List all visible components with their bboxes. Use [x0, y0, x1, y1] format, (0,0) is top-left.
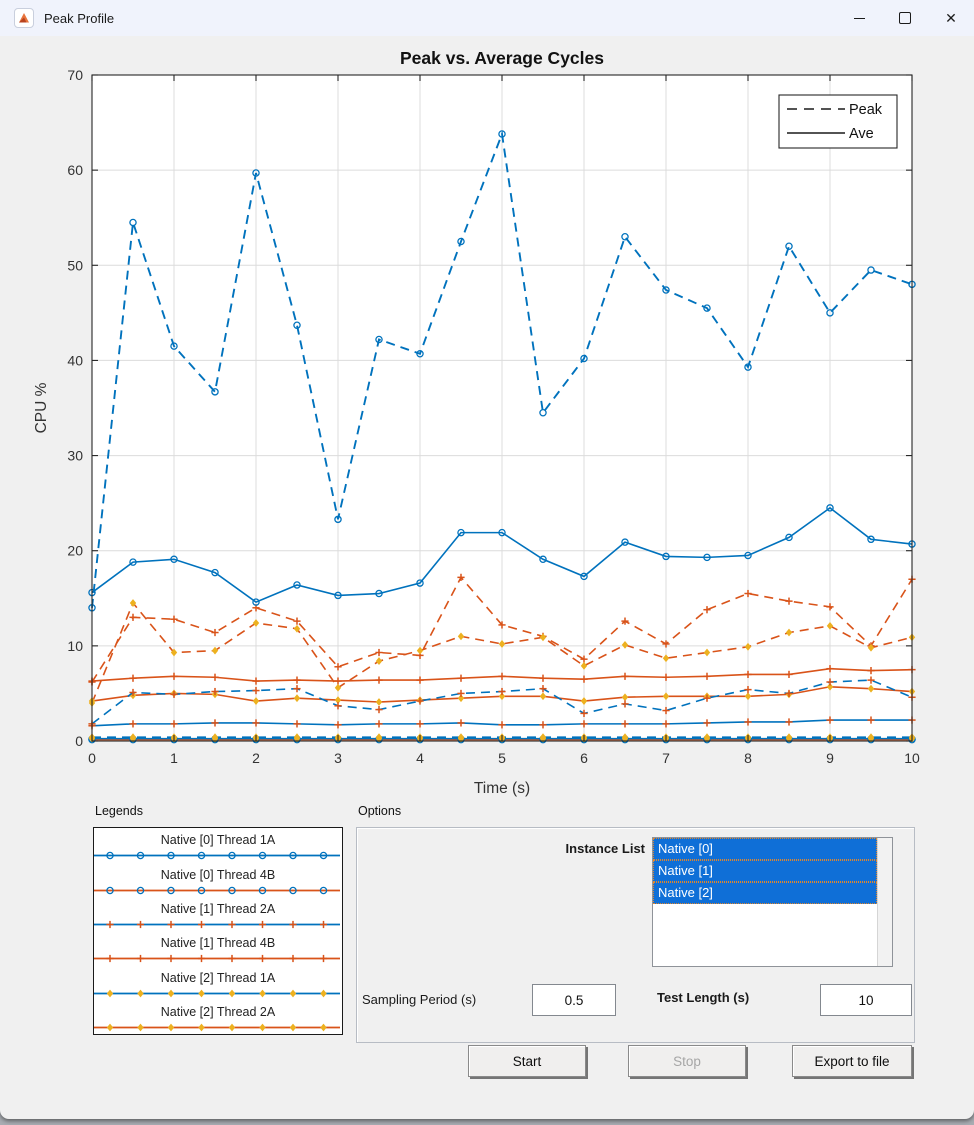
test-length-input[interactable] — [820, 984, 912, 1016]
sampling-period-input[interactable] — [532, 984, 616, 1016]
test-length-label: Test Length (s) — [657, 990, 749, 1005]
instance-list-item[interactable]: Native [1] — [653, 860, 877, 882]
stop-button[interactable]: Stop — [628, 1045, 746, 1077]
legend-row: Native [1] Thread 2A — [94, 897, 342, 931]
title-bar: Peak Profile ✕ — [0, 0, 974, 36]
legend-row-line-sample — [94, 918, 342, 931]
legend-row: Native [1] Thread 4B — [94, 931, 342, 965]
matlab-app-icon — [14, 8, 34, 28]
legend-row: Native [2] Thread 2A — [94, 1000, 342, 1034]
close-button[interactable]: ✕ — [928, 0, 974, 36]
svg-text:10: 10 — [67, 638, 83, 654]
svg-text:7: 7 — [662, 750, 670, 766]
svg-text:10: 10 — [904, 750, 920, 766]
svg-text:1: 1 — [170, 750, 178, 766]
svg-text:4: 4 — [416, 750, 424, 766]
svg-text:Ave: Ave — [849, 126, 874, 142]
legend-row-line-sample — [94, 884, 342, 897]
legend-row: Native [0] Thread 4B — [94, 862, 342, 896]
svg-text:70: 70 — [67, 67, 83, 83]
legend-row-line-sample — [94, 1021, 342, 1034]
svg-text:50: 50 — [67, 257, 83, 273]
svg-text:60: 60 — [67, 162, 83, 178]
minimize-icon — [854, 18, 865, 19]
sampling-period-label: Sampling Period (s) — [362, 992, 476, 1007]
instance-list-label: Instance List — [495, 841, 645, 856]
maximize-icon — [899, 12, 911, 24]
svg-text:3: 3 — [334, 750, 342, 766]
minimize-button[interactable] — [836, 0, 882, 36]
legends-heading: Legends — [95, 804, 143, 818]
svg-text:0: 0 — [88, 750, 96, 766]
svg-text:40: 40 — [67, 352, 83, 368]
instance-list-item[interactable]: Native [0] — [653, 838, 877, 860]
options-heading: Options — [358, 804, 401, 818]
svg-text:8: 8 — [744, 750, 752, 766]
instance-list-items: Native [0]Native [1]Native [2] — [653, 838, 877, 966]
maximize-button[interactable] — [882, 0, 928, 36]
svg-text:0: 0 — [75, 733, 83, 749]
legend-row: Native [0] Thread 1A — [94, 828, 342, 862]
legend-row-label: Native [0] Thread 1A — [94, 832, 342, 849]
svg-text:9: 9 — [826, 750, 834, 766]
export-to-file-button[interactable]: Export to file — [792, 1045, 912, 1077]
legends-panel: Native [0] Thread 1A Native [0] Thread 4B… — [93, 827, 343, 1035]
legend-row-line-sample — [94, 952, 342, 965]
legend-row-label: Native [1] Thread 2A — [94, 901, 342, 918]
instance-listbox[interactable]: Native [0]Native [1]Native [2] — [652, 837, 893, 967]
window-controls: ✕ — [836, 0, 974, 36]
legend-row-label: Native [1] Thread 4B — [94, 935, 342, 952]
app-window: Peak Profile ✕ 0 10 20 30 40 50 60 70 0 1 2 3 4 5 6 7 8 9… — [0, 0, 974, 1119]
svg-text:6: 6 — [580, 750, 588, 766]
legend-row-label: Native [2] Thread 1A — [94, 970, 342, 987]
legend-row-label: Native [2] Thread 2A — [94, 1004, 342, 1021]
svg-text:30: 30 — [67, 448, 83, 464]
legend-row-label: Native [0] Thread 4B — [94, 867, 342, 884]
chart-svg: 0 10 20 30 40 50 60 70 0 1 2 3 4 5 6 7 8 9 10 Peak vs. Aver… — [0, 36, 974, 808]
chart-ylabel: CPU % — [33, 382, 50, 433]
chart-title: Peak vs. Average Cycles — [400, 48, 604, 68]
svg-text:2: 2 — [252, 750, 260, 766]
instance-list-scrollbar[interactable] — [877, 838, 892, 966]
legend-row-line-sample — [94, 987, 342, 1000]
instance-list-item[interactable]: Native [2] — [653, 882, 877, 904]
svg-text:5: 5 — [498, 750, 506, 766]
svg-text:20: 20 — [67, 543, 83, 559]
svg-text:Peak: Peak — [849, 102, 883, 118]
matlab-logo-icon — [17, 11, 31, 25]
legend-row-line-sample — [94, 849, 342, 862]
cpu-chart: 0 10 20 30 40 50 60 70 0 1 2 3 4 5 6 7 8 9 10 Peak vs. Aver… — [0, 36, 974, 808]
chart-xlabel: Time (s) — [474, 780, 530, 797]
legend-row: Native [2] Thread 1A — [94, 965, 342, 999]
close-icon: ✕ — [945, 10, 957, 27]
start-button[interactable]: Start — [468, 1045, 586, 1077]
chart-legend: Peak Ave — [779, 95, 897, 148]
window-title: Peak Profile — [44, 11, 114, 26]
